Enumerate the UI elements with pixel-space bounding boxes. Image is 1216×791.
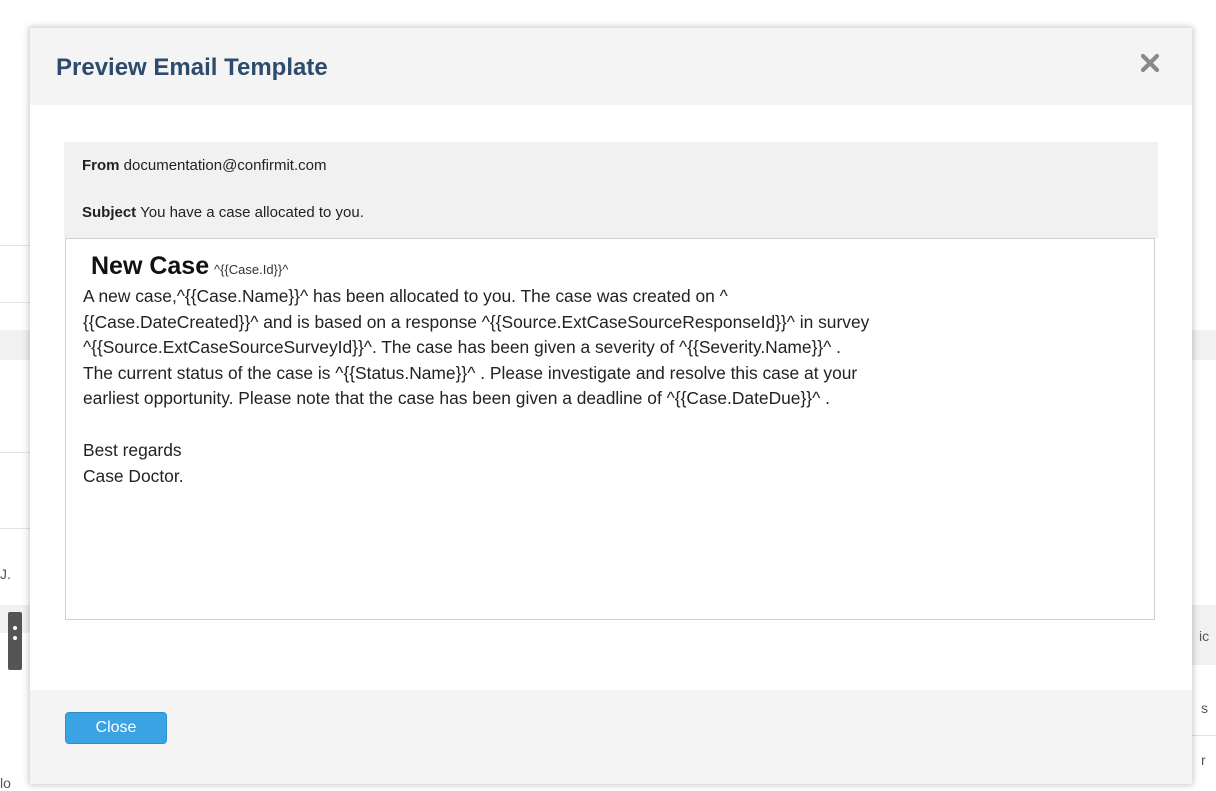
background-edge-text: r: [1201, 752, 1206, 768]
body-line: ^{{Source.ExtCaseSourceSurveyId}}^. The …: [83, 337, 842, 358]
background-edge-text: s: [1201, 700, 1208, 716]
case-heading: New Case: [91, 252, 210, 280]
body-line: The current status of the case is ^{{Sta…: [83, 362, 858, 383]
close-icon[interactable]: [1137, 50, 1163, 76]
signoff-line: Best regards: [83, 439, 182, 460]
background-edge-text: ic: [1199, 628, 1210, 644]
background-band: [0, 330, 30, 360]
background-scrollbar[interactable]: [8, 612, 22, 670]
background-divider: [0, 452, 30, 453]
signoff-line: Case Doctor.: [83, 465, 184, 486]
background-band: [1192, 330, 1216, 360]
body-line: {{Case.DateCreated}}^ and is based on a …: [83, 311, 870, 332]
dialog-title: Preview Email Template: [56, 54, 328, 81]
dialog-header: Preview Email Template: [30, 28, 1192, 105]
preview-email-dialog: Preview Email Template From documentatio…: [30, 28, 1192, 784]
from-label: From: [82, 157, 120, 174]
subject-value: You have a case allocated to you.: [140, 204, 364, 221]
from-row: From documentation@confirmit.com: [82, 157, 326, 174]
case-heading-row: New Case ^{{Case.Id}}^: [83, 252, 1143, 284]
close-button[interactable]: Close: [65, 712, 167, 744]
background-divider: [0, 302, 30, 303]
dialog-footer: Close: [30, 690, 1192, 784]
email-body-content: New Case ^{{Case.Id}}^ A new case,^{{Cas…: [83, 252, 1143, 489]
background-divider: [0, 528, 30, 529]
email-meta: From documentation@confirmit.com Subject…: [64, 142, 1158, 238]
background-divider: [0, 245, 30, 246]
email-body: New Case ^{{Case.Id}}^ A new case,^{{Cas…: [65, 238, 1155, 620]
from-value: documentation@confirmit.com: [123, 157, 327, 174]
body-line: earliest opportunity. Please note that t…: [83, 388, 830, 409]
case-id-token: ^{{Case.Id}}^: [213, 262, 289, 277]
subject-row: Subject You have a case allocated to you…: [82, 204, 364, 221]
background-edge-text: J.: [0, 566, 11, 582]
background-divider: [1192, 735, 1216, 736]
body-line: A new case,^{{Case.Name}}^ has been allo…: [83, 286, 728, 306]
subject-label: Subject: [82, 204, 137, 221]
